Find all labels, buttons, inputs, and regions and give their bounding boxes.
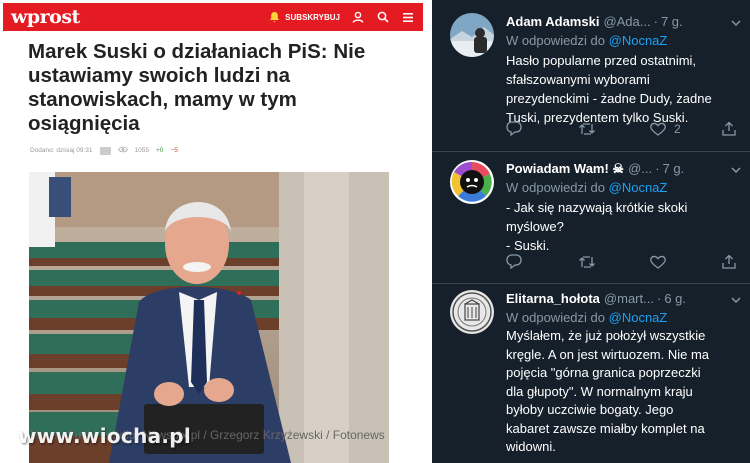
retweet-button[interactable] — [578, 255, 640, 269]
reply-button[interactable] — [506, 121, 568, 136]
reply-context: W odpowiedzi do @NocnaZ — [506, 180, 668, 195]
mention-link[interactable]: @NocnaZ — [609, 33, 668, 48]
reply-context: W odpowiedzi do @NocnaZ — [506, 310, 668, 325]
tweet-item[interactable]: Adam Adamski @Ada... · 7 g. W odpowiedzi… — [432, 0, 750, 152]
tweet-author-name[interactable]: Elitarna_hołota — [506, 290, 600, 308]
tweet-author-handle[interactable]: @mart... — [604, 290, 654, 308]
like-button[interactable] — [650, 255, 712, 269]
site-header: wprost SUBSKRYBUJ — [3, 3, 423, 31]
site-watermark: www.wiocha.pl — [18, 424, 192, 448]
tweet-author-handle[interactable]: @... — [628, 160, 652, 178]
avatar[interactable] — [450, 13, 494, 57]
retweet-icon — [579, 255, 595, 268]
menu-icon[interactable] — [401, 10, 415, 24]
reply-feed: Adam Adamski @Ada... · 7 g. W odpowiedzi… — [432, 0, 750, 463]
tweet-author-name[interactable]: Adam Adamski — [506, 13, 599, 31]
like-count: 2 — [674, 121, 681, 136]
chevron-down-icon[interactable] — [730, 293, 742, 305]
tweet-item[interactable]: Elitarna_hołota @mart... · 6 g. W odpowi… — [432, 284, 750, 463]
tweet-author-handle[interactable]: @Ada... — [603, 13, 650, 31]
view-count: 1055 — [134, 147, 149, 154]
search-icon[interactable] — [376, 10, 390, 24]
share-button[interactable] — [722, 121, 736, 136]
tweet-author-name[interactable]: Powiadam Wam! ☠ — [506, 160, 624, 178]
retweet-button[interactable] — [578, 122, 640, 136]
reply-icon — [506, 254, 522, 269]
reply-button[interactable] — [506, 254, 568, 269]
article-headline: Marek Suski o działaniach PiS: Nie ustaw… — [28, 40, 366, 135]
subscribe-label: SUBSKRYBUJ — [285, 12, 340, 22]
publish-date: Dodano: dzisiaj 09:31 — [30, 147, 93, 154]
tweet-actions — [506, 254, 736, 269]
share-button[interactable] — [722, 254, 736, 269]
tweet-timestamp[interactable]: 7 g. — [662, 160, 684, 178]
downvote-count[interactable]: −5 — [170, 147, 177, 154]
tweet-timestamp[interactable]: 6 g. — [664, 290, 686, 308]
reply-context: W odpowiedzi do @NocnaZ — [506, 33, 668, 48]
article-photo — [29, 172, 389, 463]
tweet-text: Hasło popularne przed ostatnimi, sfałszo… — [506, 53, 712, 125]
tweet-item[interactable]: Powiadam Wam! ☠ @... · 7 g. W odpowiedzi… — [432, 152, 750, 284]
avatar[interactable] — [450, 160, 494, 204]
mention-link[interactable]: @NocnaZ — [609, 180, 668, 195]
site-logo[interactable]: wprost — [11, 6, 80, 28]
eye-icon — [117, 146, 128, 155]
mention-link[interactable]: @NocnaZ — [609, 310, 668, 325]
upvote-count[interactable]: +0 — [156, 147, 163, 154]
share-icon — [722, 121, 736, 136]
article-meta: Dodano: dzisiaj 09:31 1055 +0 −5 — [30, 146, 178, 155]
heart-icon — [650, 255, 666, 269]
share-icon — [722, 254, 736, 269]
tweet-text: Myślałem, że już położył wszystkie kręgl… — [506, 328, 710, 454]
chevron-down-icon[interactable] — [730, 163, 742, 175]
heart-icon — [650, 122, 666, 136]
chevron-down-icon[interactable] — [730, 16, 742, 28]
news-article: wprost SUBSKRYBUJ Marek Suski o działani… — [0, 0, 428, 463]
reply-icon — [506, 121, 522, 136]
tweet-timestamp[interactable]: 7 g. — [661, 13, 683, 31]
tweet-text: - Jak się nazywają krótkie skoki myślowe… — [506, 200, 688, 253]
user-icon[interactable] — [351, 10, 365, 24]
bell-icon — [267, 10, 281, 24]
avatar[interactable] — [450, 290, 494, 334]
like-button[interactable]: 2 — [650, 122, 712, 136]
comments-icon[interactable] — [99, 146, 111, 155]
retweet-icon — [579, 122, 595, 135]
subscribe-button[interactable]: SUBSKRYBUJ — [267, 10, 340, 24]
tweet-actions: 2 — [506, 121, 736, 136]
